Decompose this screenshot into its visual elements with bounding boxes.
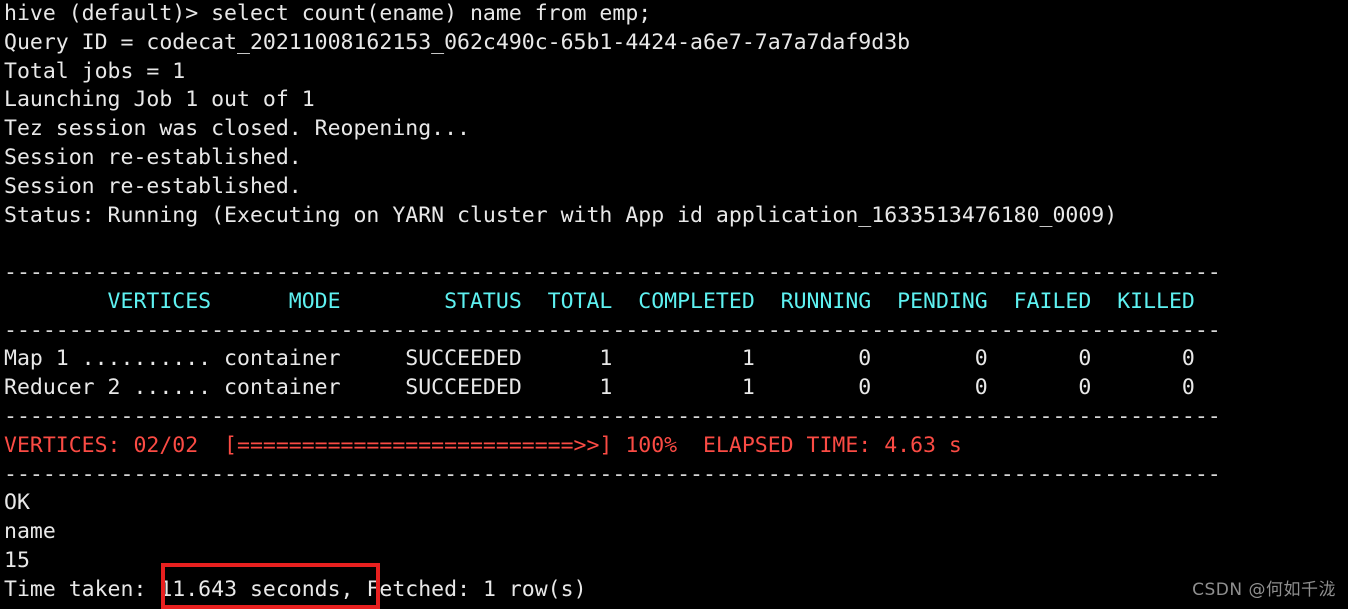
terminal-line-session-reestablished-1: Session re-established. [4,145,302,170]
table-row: Reducer 2 ...... container SUCCEEDED 1 1… [4,375,1195,401]
terminal-line-launching-job: Launching Job 1 out of 1 [4,87,315,113]
table-divider-above-summary: ----------------------------------------… [4,404,1221,429]
table-divider-under-header: ----------------------------------------… [4,317,1221,343]
time-taken-label: Time taken: [4,576,160,602]
terminal-line-status-running: Status: Running (Executing on YARN clust… [4,202,1118,228]
result-line-time-taken: Time taken: 11.643 seconds, Fetched: 1 r… [4,576,587,605]
time-taken-value: 11.643 seconds, [159,576,354,602]
vertices-progress-summary: VERTICES: 02/02 [=======================… [4,432,962,458]
csdn-watermark: CSDN @何如千泷 [1192,580,1336,600]
terminal-line-tez-session: Tez session was closed. Reopening... [4,116,470,142]
table-row: Map 1 .......... container SUCCEEDED 1 1… [4,346,1195,372]
table-divider-top: ----------------------------------------… [4,260,1221,285]
table-divider-below-summary: ----------------------------------------… [4,461,1221,487]
terminal-line-total-jobs: Total jobs = 1 [4,58,186,84]
progress-table-header: VERTICES MODE STATUS TOTAL COMPLETED RUN… [4,288,1195,314]
terminal-line-prompt: hive (default)> select count(ename) name… [4,1,652,26]
result-line-ok: OK [4,490,30,516]
result-value: 15 [4,548,30,573]
fetched-rows-label: Fetched: 1 row(s) [353,576,587,602]
terminal-line-query-id: Query ID = codecat_20211008162153_062c49… [4,29,911,55]
terminal-window[interactable]: hive (default)> select count(ename) name… [0,0,1348,609]
result-column-header: name [4,519,56,545]
terminal-line-session-reestablished-2: Session re-established. [4,173,302,199]
